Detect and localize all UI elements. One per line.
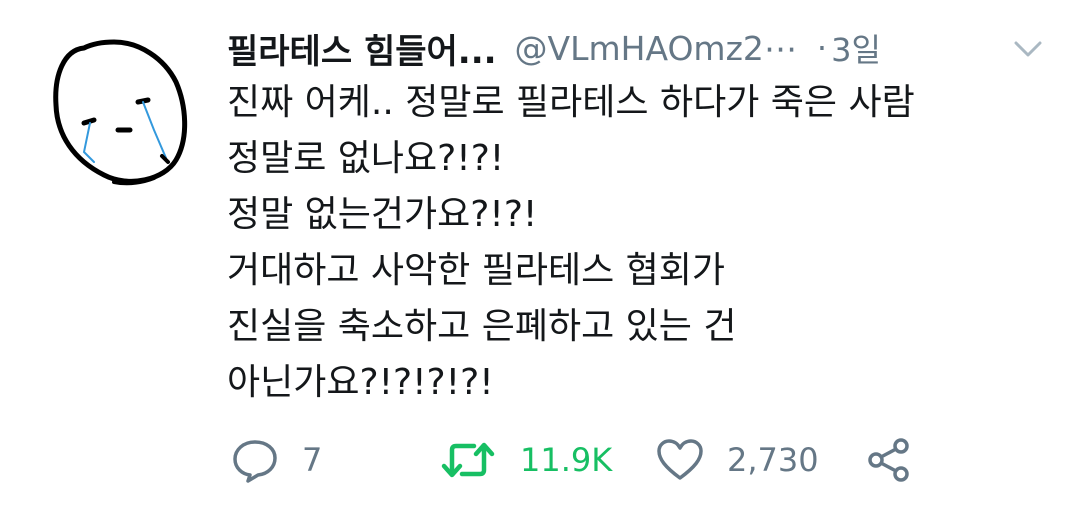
reply-icon bbox=[233, 440, 277, 483]
user-handle[interactable]: @VLmHAOmz2⋯ bbox=[515, 29, 797, 68]
retweet-button[interactable]: 11.9K bbox=[440, 430, 612, 490]
tweet-text-line: 정말로 없나요?!?! bbox=[227, 138, 505, 179]
retweet-icon bbox=[441, 442, 495, 478]
tweet-text-line: 거대하고 사악한 필라테스 협회가 bbox=[227, 250, 726, 291]
share-button[interactable] bbox=[865, 430, 913, 490]
like-button[interactable]: 2,730 bbox=[655, 430, 819, 490]
tweet-text: 진짜 어케.. 정말로 필라테스 하다가 죽은 사람 정말로 없나요?!?! 정… bbox=[227, 75, 1027, 411]
retweet-count: 11.9K bbox=[520, 441, 613, 479]
crying-face-avatar-image bbox=[53, 39, 188, 186]
heart-icon bbox=[657, 439, 703, 480]
display-name[interactable]: 필라테스 힘들어... bbox=[227, 24, 497, 73]
separator-dot: · bbox=[816, 29, 828, 67]
avatar[interactable] bbox=[44, 30, 194, 190]
tweet-text-line: 아닌가요?!?!?!?! bbox=[227, 362, 494, 403]
tweet-menu-button[interactable] bbox=[1008, 34, 1048, 64]
chevron-down-icon bbox=[1014, 41, 1042, 57]
tweet-text-line: 진실을 축소하고 은폐하고 있는 건 bbox=[227, 306, 737, 347]
tweet: 필라테스 힘들어... @VLmHAOmz2⋯ · 3일 진짜 어케.. 정말로… bbox=[0, 0, 1080, 511]
tweet-timestamp[interactable]: 3일 bbox=[831, 25, 881, 71]
like-count: 2,730 bbox=[727, 441, 819, 479]
tweet-text-line: 진짜 어케.. 정말로 필라테스 하다가 죽은 사람 bbox=[227, 82, 915, 123]
share-icon bbox=[868, 438, 909, 482]
tweet-action-bar: 7 11.9K 2,730 bbox=[230, 430, 990, 490]
tweet-header: 필라테스 힘들어... @VLmHAOmz2⋯ · 3일 bbox=[227, 22, 1057, 74]
reply-count: 7 bbox=[302, 441, 323, 479]
reply-button[interactable]: 7 bbox=[230, 430, 322, 490]
tweet-text-line: 정말 없는건가요?!?! bbox=[227, 194, 538, 235]
